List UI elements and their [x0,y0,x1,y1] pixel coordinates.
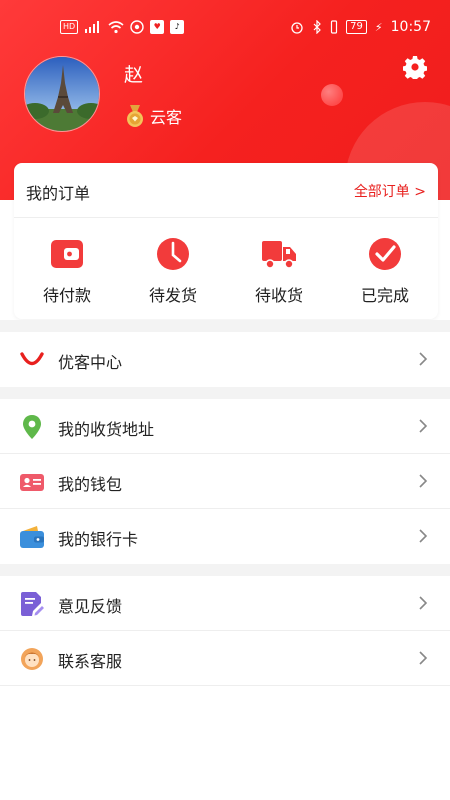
charging-icon: ⚡ [374,20,383,34]
id-card-icon [20,474,44,491]
chevron-right-icon [419,529,428,543]
order-label: 已完成 [360,286,409,305]
status-bar: HD ♥ ♪ 79 ⚡ 10:57 [0,0,450,56]
menu-shipping-address[interactable]: 我的收货地址 [0,399,450,454]
orders-card: 我的订单 全部订单 > 待付款 待发货 待收货 已完成 [14,163,438,319]
menu-customer-service[interactable]: 联系客服 [0,631,450,686]
wallet-blue-icon [20,526,44,548]
orders-header: 我的订单 全部订单 > [14,163,438,218]
signal-4g-icon [85,21,100,33]
user-name: 赵 [124,64,144,86]
chevron-right-icon [419,474,428,488]
vip-logo-icon [20,352,44,366]
menu-label: 我的钱包 [58,475,123,494]
order-completed[interactable]: 已完成 [332,218,438,318]
wallet-icon [51,240,83,268]
member-level-badge: 云客 [124,104,182,128]
battery-indicator: 79 [346,20,367,34]
menu-wallet[interactable]: 我的钱包 [0,454,450,509]
tiktok-icon: ♪ [170,20,185,34]
avatar-image [25,57,99,131]
section-separator [0,564,450,576]
app-badge-icon: ♥ [150,20,165,34]
order-label: 待付款 [42,286,91,305]
menu-label: 我的银行卡 [58,530,139,549]
location-pin-icon [23,415,41,439]
status-bar-left: HD ♥ ♪ [60,18,185,36]
menu-label: 我的收货地址 [58,420,155,439]
menu-label: 意见反馈 [58,597,123,616]
clock-icon [157,238,189,270]
chevron-right-icon [419,352,428,366]
check-icon [369,238,401,270]
chevron-right-icon [419,596,428,610]
menu-vip-center[interactable]: 优客中心 [0,332,450,387]
section-separator [0,387,450,399]
medal-icon [127,105,143,127]
hd-icon: HD [60,20,79,34]
order-label: 待收货 [254,286,303,305]
order-pending-payment[interactable]: 待付款 [14,218,120,318]
orders-title: 我的订单 [26,184,91,203]
clock-time: 10:57 [390,19,431,35]
order-status-row: 待付款 待发货 待收货 已完成 [14,218,438,318]
status-bar-right: 79 ⚡ 10:57 [290,17,431,37]
vibrate-icon [331,20,338,34]
wifi-icon [108,21,124,34]
alarm-icon [291,22,303,34]
menu-bank-card[interactable]: 我的银行卡 [0,509,450,564]
order-pending-receipt[interactable]: 待收货 [226,218,332,318]
customer-service-icon [21,648,43,670]
settings-button[interactable] [402,55,428,81]
menu-feedback[interactable]: 意见反馈 [0,576,450,631]
chevron-right-icon [419,419,428,433]
all-orders-link[interactable]: 全部订单 > [354,181,426,201]
decorative-circle-small [321,84,343,106]
menu-label: 优客中心 [58,353,123,372]
feedback-edit-icon [21,592,44,616]
chevron-right-icon [419,651,428,665]
truck-icon [262,241,296,269]
avatar[interactable] [24,56,100,132]
app-icon [130,20,144,34]
member-level-label: 云客 [150,108,183,127]
order-pending-shipment[interactable]: 待发货 [120,218,226,318]
gear-icon [402,56,428,81]
order-label: 待发货 [148,286,197,305]
row-divider [0,685,450,686]
bluetooth-icon [313,20,322,34]
menu-label: 联系客服 [58,652,123,671]
section-separator [0,320,450,332]
